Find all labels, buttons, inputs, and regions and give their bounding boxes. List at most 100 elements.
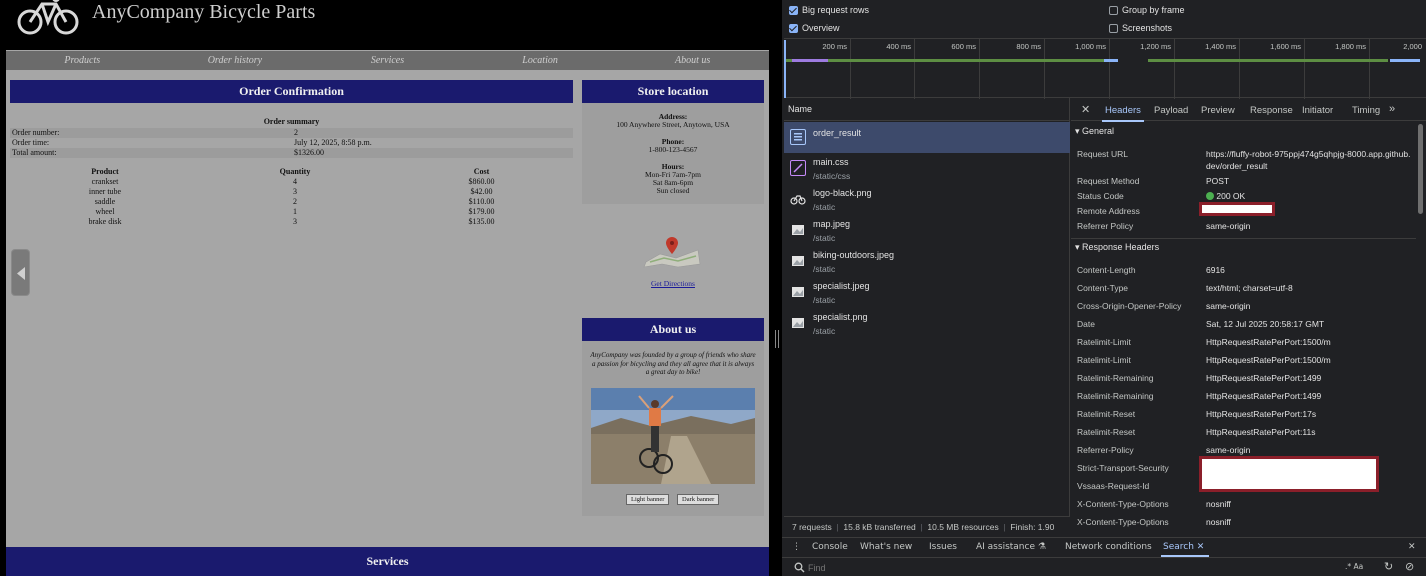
request-row[interactable]: main.css /static/css [784,153,1070,184]
header-name: Ratelimit-Reset [1077,409,1136,419]
headers-scrollbar[interactable] [1418,124,1423,214]
column-header-product: Product [91,167,119,176]
request-row[interactable]: order_result [784,122,1070,153]
header-value: nosniff [1206,499,1231,509]
drawer-tab-network-conditions[interactable]: Network conditions [1065,542,1152,552]
quantity-cell: 4 [293,177,297,186]
network-overview-timeline[interactable]: 200 ms 400 ms 600 ms 800 ms 1,000 ms 1,2… [784,38,1426,99]
header-name: X-Content-Type-Options [1077,499,1169,509]
finish-time: Finish: 1.90 [1010,522,1055,532]
tab-headers[interactable]: Headers [1102,105,1144,122]
search-icon [794,562,805,573]
collapse-panel-button[interactable] [11,249,30,296]
header-name: Referrer-Policy [1077,445,1134,455]
tab-initiator[interactable]: Initiator [1302,105,1333,116]
timeline-bar [786,59,1116,62]
quantity-cell: 1 [293,207,297,216]
find-input[interactable] [808,560,1108,575]
request-name: logo-black.png [813,188,872,198]
request-row[interactable]: biking-outdoors.jpeg /static [784,246,1070,277]
header-name: Status Code [1077,191,1124,201]
close-search-tab-icon[interactable]: ✕ [1197,542,1205,552]
address-text: 100 Anywhere Street, Anytown, USA [616,120,730,129]
group-by-frame-checkbox[interactable] [1109,6,1118,15]
request-path: /static [813,202,836,212]
tab-payload[interactable]: Payload [1154,105,1188,116]
dark-banner-button[interactable]: Dark banner [677,494,720,505]
screenshots-checkbox[interactable] [1109,24,1118,33]
header-name: Ratelimit-Reset [1077,427,1136,437]
cost-cell: $110.00 [468,197,495,206]
image-file-icon [790,253,806,269]
nav-location[interactable]: Location [464,51,617,70]
refresh-icon[interactable]: ↻ [1384,560,1393,573]
overview-checkbox[interactable] [789,24,798,33]
timeline-tick: 1,200 ms [1140,42,1171,51]
tab-response[interactable]: Response [1250,105,1293,116]
drawer-tab-issues[interactable]: Issues [929,542,957,552]
pane-resize-handle[interactable] [775,330,779,348]
timeline-tick: 1,400 ms [1205,42,1236,51]
timeline-tick: 800 ms [1016,42,1041,51]
header-name: Request URL [1077,149,1129,159]
timeline-selection-handle[interactable] [784,40,786,98]
nav-products[interactable]: Products [6,51,159,70]
search-tab-label: Search [1163,542,1194,552]
header-value: nosniff [1206,517,1231,527]
find-options-toggles[interactable]: .* Aa [1345,562,1363,571]
big-request-rows-checkbox[interactable] [789,6,798,15]
light-banner-button[interactable]: Light banner [626,494,670,505]
status-code-text: 200 OK [1216,191,1246,201]
tab-preview[interactable]: Preview [1201,105,1235,116]
nav-about-us[interactable]: About us [616,51,769,70]
header-name: Referrer Policy [1077,221,1134,231]
header-name: Strict-Transport-Security [1077,463,1169,473]
site-title: AnyCompany Bicycle Parts [92,1,316,23]
nav-services[interactable]: Services [311,51,464,70]
cost-cell: $860.00 [468,177,495,186]
header-name: Cross-Origin-Opener-Policy [1077,301,1182,311]
product-cell: wheel [95,207,115,216]
drawer-tab-search[interactable]: Search ✕ [1163,542,1204,552]
map-image [643,237,701,268]
request-row[interactable]: specialist.png /static [784,308,1070,339]
drawer-tab-ai-assistance[interactable]: AI assistance ⚗ [976,542,1046,552]
get-directions-link[interactable]: Get Directions [582,279,764,288]
close-icon[interactable]: ✕ [1081,103,1090,116]
nav-order-history[interactable]: Order history [159,51,312,70]
drawer-menu-icon[interactable]: ⋮ [792,542,801,552]
flask-icon: ⚗ [1037,542,1046,552]
request-row[interactable]: map.jpeg /static [784,215,1070,246]
about-us-text: AnyCompany was founded by a group of fri… [590,351,756,376]
bicycle-logo-icon[interactable] [16,0,80,36]
general-section-toggle[interactable]: ▾ General [1075,126,1114,137]
request-url-value: https://fluffy-robot-975ppj474g5qhpjg-80… [1206,149,1411,171]
name-column-header[interactable]: Name [784,98,1070,121]
timeline-tick: 200 ms [822,42,847,51]
table-row: crankset 4 $860.00 [10,177,573,187]
more-tabs-chevron-icon[interactable]: » [1389,103,1395,115]
header-value: HttpRequestRatePerPort:17s [1206,409,1317,419]
header-value: same-origin [1206,445,1251,455]
cost-cell: $42.00 [470,187,493,196]
request-row[interactable]: specialist.jpeg /static [784,277,1070,308]
response-headers-toggle[interactable]: ▾ Response Headers [1075,242,1159,253]
tab-timing[interactable]: Timing [1352,105,1380,116]
summary-label: Order time: [12,138,50,147]
status-ok-dot-icon [1206,192,1214,200]
request-row[interactable]: logo-black.png /static [784,184,1070,215]
detail-tabs: ✕ Headers Payload Preview Response Initi… [1071,98,1426,122]
drawer-tab-console[interactable]: Console [812,542,848,552]
timeline-tick: 1,800 ms [1335,42,1366,51]
header-value: Sat, 12 Jul 2025 20:58:17 GMT [1206,319,1325,329]
clear-icon[interactable]: ⊘ [1405,560,1414,573]
cost-cell: $135.00 [468,217,495,226]
devtools-network-panel: Big request rows Overview Group by frame… [782,0,1426,576]
drawer-tab-whats-new[interactable]: What's new [860,542,912,552]
header-value: same-origin [1206,301,1251,311]
header-value: HttpRequestRatePerPort:1499 [1206,373,1322,383]
close-drawer-icon[interactable]: ✕ [1408,542,1416,552]
chevron-left-icon [17,267,25,280]
phone-text: 1-800-123-4567 [648,145,698,154]
header-name: Ratelimit-Remaining [1077,391,1154,401]
